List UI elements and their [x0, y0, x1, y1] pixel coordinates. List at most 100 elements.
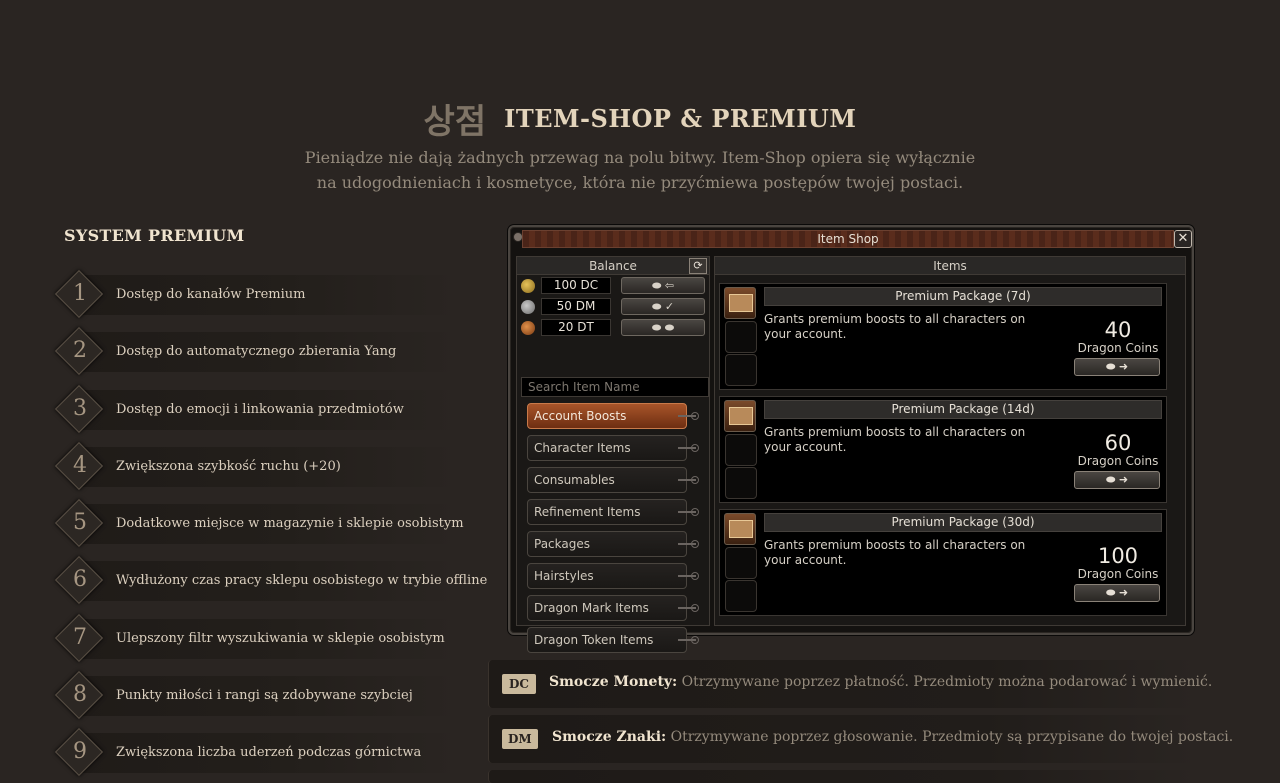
currency-description: Otrzymywane poprzez głosowanie. Przedmio…: [666, 729, 1234, 745]
hook-icon: [678, 540, 699, 548]
item-slot: [725, 467, 757, 499]
premium-item-number: 5: [73, 510, 87, 536]
premium-item-text: Dostęp do automatycznego zbierania Yang: [116, 344, 397, 360]
product-title: Premium Package (7d): [764, 287, 1162, 306]
item-shop-window: Item Shop ✕ Balance ⟳ 100 DC ⬬ ⇦ 50 DM ⬬…: [508, 225, 1194, 653]
exchange-button[interactable]: ⬬ ⬬: [621, 319, 705, 336]
category-label: Hairstyles: [534, 569, 594, 583]
balance-value: 20 DT: [541, 319, 611, 336]
dragon-mark-icon: [521, 300, 535, 314]
premium-item-text: Zwiększona liczba uderzeń podczas górnic…: [116, 745, 422, 761]
product-card: Premium Package (14d) Grants premium boo…: [719, 396, 1167, 503]
product-price: 60: [1104, 431, 1132, 455]
category-label: Dragon Mark Items: [534, 601, 649, 615]
buy-button[interactable]: ⬬ ➜: [1074, 471, 1160, 489]
premium-item-text: Dodatkowe miejsce w magazynie i sklepie …: [116, 516, 464, 532]
category-account-boosts[interactable]: Account Boosts: [527, 403, 699, 429]
premium-item: 3 Dostęp do emocji i linkowania przedmiot…: [54, 384, 476, 433]
close-button[interactable]: ✕: [1174, 230, 1192, 248]
treasure-chest-icon: [724, 287, 756, 319]
hook-icon: [678, 444, 699, 452]
product-price: 40: [1104, 318, 1132, 342]
premium-item-number: 9: [73, 739, 87, 765]
balance-value: 50 DM: [541, 298, 611, 315]
premium-item: 9 Zwiększona liczba uderzeń podczas górni…: [54, 728, 476, 777]
category-label: Refinement Items: [534, 505, 641, 519]
premium-item-text: Wydłużony czas pracy sklepu osobistego w…: [116, 573, 488, 589]
category-dragon-mark-items[interactable]: Dragon Mark Items: [527, 595, 699, 621]
balance-panel: Balance ⟳ 100 DC ⬬ ⇦ 50 DM ⬬ ✓ 20 DT ⬬ ⬬…: [516, 256, 710, 653]
item-slot: [725, 580, 757, 612]
premium-item: 1 Dostęp do kanałów Premium: [54, 269, 476, 319]
dragon-token-icon: [521, 321, 535, 335]
product-currency: Dragon Coins: [1077, 341, 1159, 355]
english-title: ITEM-SHOP & PREMIUM: [504, 104, 857, 133]
premium-item-text: Dostęp do kanałów Premium: [116, 287, 306, 302]
product-card: Premium Package (30d) Grants premium boo…: [719, 509, 1167, 616]
premium-item-number: 4: [73, 452, 87, 478]
items-panel: Items Premium Package (7d) Grants premiu…: [714, 256, 1186, 626]
premium-item-text: Punkty miłości i rangi są zdobywane szyb…: [116, 688, 413, 704]
premium-item: 6 Wydłużony czas pracy sklepu osobistego …: [54, 556, 487, 605]
search-input[interactable]: Search Item Name: [521, 377, 709, 397]
category-packages[interactable]: Packages: [527, 531, 699, 557]
category-consumables[interactable]: Consumables: [527, 467, 699, 493]
treasure-chest-icon: [724, 513, 756, 545]
premium-item-number: 6: [73, 567, 87, 593]
premium-item: 2 Dostęp do automatycznego zbierania Yang: [54, 327, 476, 376]
buy-button[interactable]: ⬬ ➜: [1074, 584, 1160, 602]
product-description: Grants premium boosts to all characters …: [764, 425, 1026, 454]
product-description: Grants premium boosts to all characters …: [764, 538, 1026, 567]
currency-badge: DM: [502, 729, 538, 749]
product-description: Grants premium boosts to all characters …: [764, 312, 1026, 341]
currency-row-dm: DM Smocze Znaki: Otrzymywane poprzez gło…: [488, 715, 1233, 763]
premium-item-text: Ulepszony filtr wyszukiwania w sklepie o…: [116, 630, 445, 646]
premium-item: 7 Ulepszony filtr wyszukiwania w sklepie …: [54, 613, 476, 662]
currency-name: Smocze Znaki:: [552, 729, 667, 745]
hook-icon: [678, 604, 699, 612]
item-slot: [725, 547, 757, 579]
product-card: Premium Package (7d) Grants premium boos…: [719, 283, 1167, 390]
product-title: Premium Package (14d): [764, 400, 1162, 419]
page-header: 상점 ITEM-SHOP & PREMIUM: [0, 94, 1280, 143]
window-title: Item Shop: [522, 230, 1174, 248]
premium-item: 8 Punkty miłości i rangi są zdobywane szy…: [54, 671, 476, 720]
balance-row-dc: 100 DC ⬬ ⇦: [517, 275, 709, 296]
item-slot: [725, 434, 757, 466]
category-character-items[interactable]: Character Items: [527, 435, 699, 461]
category-label: Account Boosts: [534, 409, 627, 423]
category-hairstyles[interactable]: Hairstyles: [527, 563, 699, 589]
category-list: Account Boosts Character Items Consumabl…: [527, 403, 699, 659]
category-label: Consumables: [534, 473, 615, 487]
product-currency: Dragon Coins: [1077, 454, 1159, 468]
premium-title: SYSTEM PREMIUM: [64, 226, 245, 245]
currency-text: Smocze Monety: Otrzymywane poprzez płatn…: [549, 674, 1212, 690]
category-refinement-items[interactable]: Refinement Items: [527, 499, 699, 525]
premium-item-text: Zwiększona szybkość ruchu (+20): [116, 458, 341, 474]
premium-item-number: 2: [73, 338, 87, 364]
refresh-button[interactable]: ⟳: [689, 258, 707, 274]
items-header: Items: [715, 257, 1185, 275]
balance-label: Balance: [589, 259, 637, 273]
hook-icon: [678, 412, 699, 420]
buy-coins-button[interactable]: ⬬ ⇦: [621, 277, 705, 294]
balance-header: Balance ⟳: [517, 257, 709, 275]
page-title: 상점 ITEM-SHOP & PREMIUM: [424, 94, 857, 143]
premium-item-text: Dostęp do emocji i linkowania przedmiotó…: [116, 401, 404, 417]
currency-name: Smocze Monety:: [549, 674, 678, 690]
currency-row-dc: DC Smocze Monety: Otrzymywane poprzez pł…: [488, 660, 1212, 708]
hook-icon: [678, 508, 699, 516]
hook-icon: [678, 572, 699, 580]
premium-item: 4 Zwiększona szybkość ruchu (+20): [54, 441, 476, 490]
product-currency: Dragon Coins: [1077, 567, 1159, 581]
currency-description: Otrzymywane poprzez płatność. Przedmioty…: [677, 674, 1213, 690]
category-dragon-token-items[interactable]: Dragon Token Items: [527, 627, 699, 653]
currency-text: Smocze Znaki: Otrzymywane poprzez głosow…: [552, 729, 1233, 745]
balance-row-dm: 50 DM ⬬ ✓: [517, 296, 709, 317]
vote-button[interactable]: ⬬ ✓: [621, 298, 705, 315]
category-label: Packages: [534, 537, 590, 551]
category-label: Character Items: [534, 441, 631, 455]
hook-icon: [678, 476, 699, 484]
treasure-chest-icon: [724, 400, 756, 432]
buy-button[interactable]: ⬬ ➜: [1074, 358, 1160, 376]
